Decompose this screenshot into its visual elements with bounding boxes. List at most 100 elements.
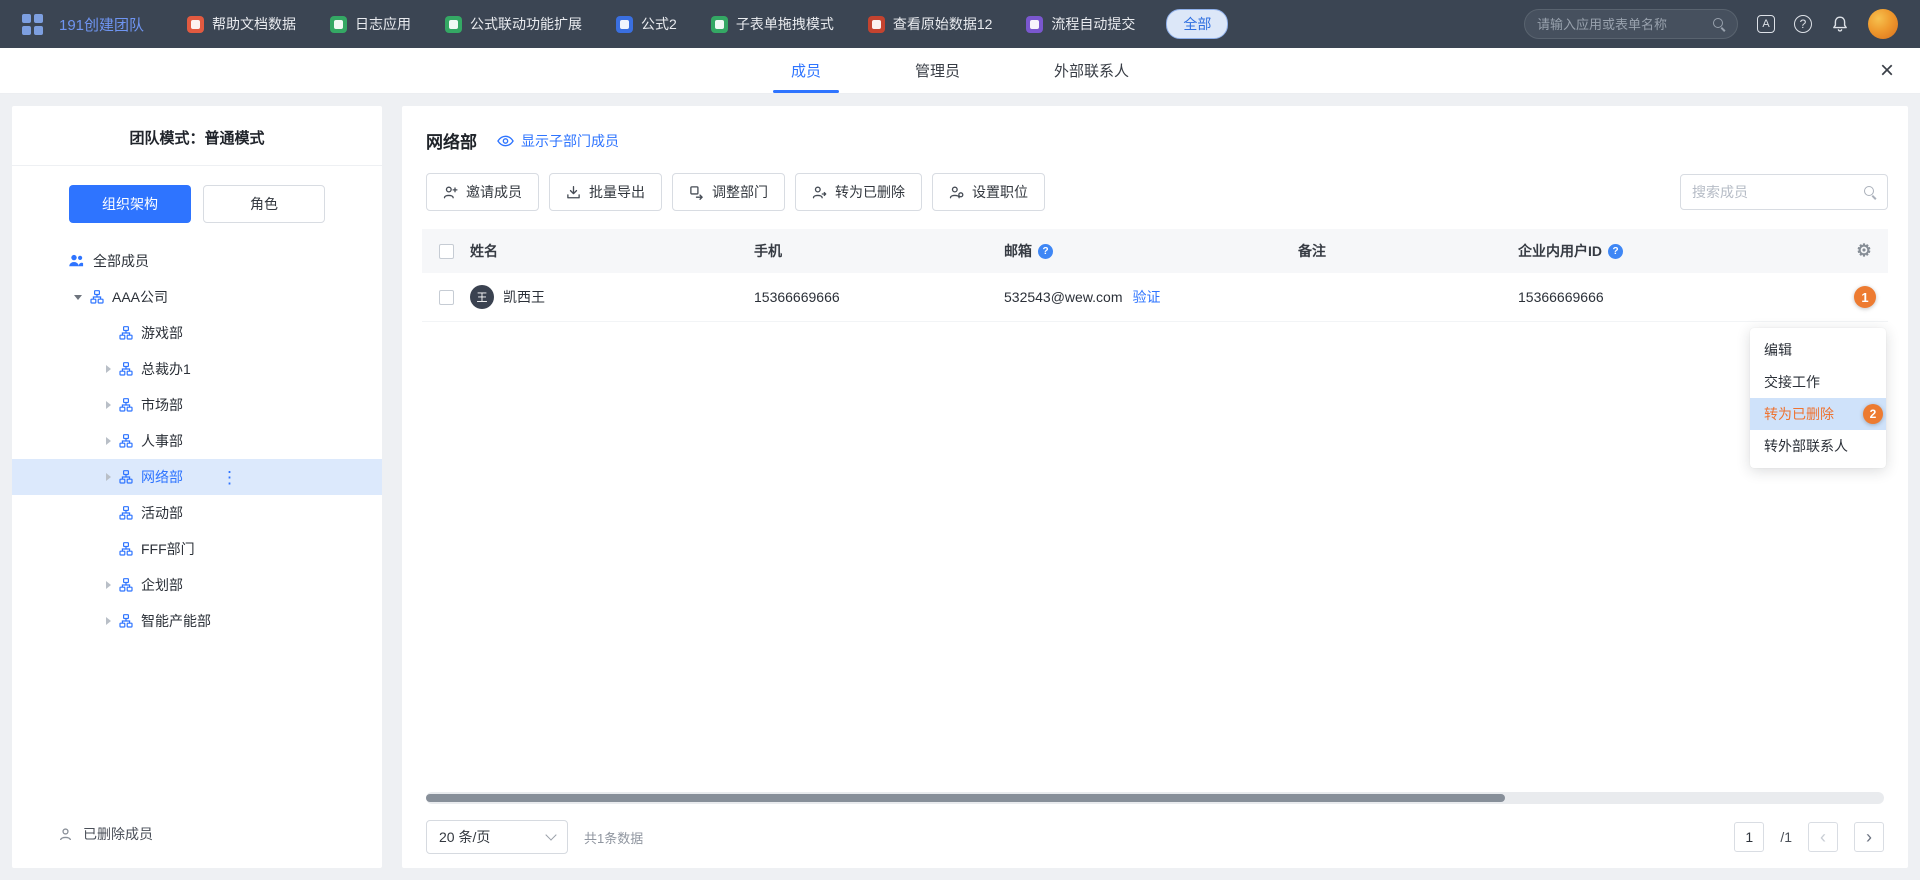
scrollbar-thumb[interactable] <box>426 794 1505 802</box>
annotation-marker-1[interactable]: 1 <box>1854 286 1876 308</box>
eye-icon <box>497 135 514 147</box>
team-name[interactable]: 191创建团队 <box>59 14 144 35</box>
app-tab[interactable]: 查看原始数据12 <box>851 0 1010 48</box>
tree-item-dept[interactable]: 活动部 <box>12 495 382 531</box>
tree-item-label: 企划部 <box>141 575 183 595</box>
menu-item-handover[interactable]: 交接工作 <box>1750 366 1886 398</box>
app-icon <box>445 16 462 33</box>
caret-right-icon[interactable] <box>106 401 111 409</box>
app-tab[interactable]: 日志应用 <box>313 0 428 48</box>
page-size-select[interactable]: 20 条/页 <box>426 820 568 854</box>
help-icon[interactable]: ? <box>1608 244 1623 259</box>
app-icon <box>1026 16 1043 33</box>
batch-export-button[interactable]: 批量导出 <box>549 173 662 211</box>
tree-item-dept[interactable]: 人事部 <box>12 423 382 459</box>
org-structure-button[interactable]: 组织架构 <box>69 185 191 223</box>
tree-item-company[interactable]: AAA公司 <box>12 279 382 315</box>
show-subdept-label: 显示子部门成员 <box>521 131 619 151</box>
verify-link[interactable]: 验证 <box>1133 287 1161 307</box>
more-actions-icon[interactable]: ⋮ <box>221 469 238 486</box>
department-icon <box>119 326 133 340</box>
tree-item-all-members[interactable]: 全部成员 <box>12 243 382 279</box>
member-search[interactable] <box>1680 174 1888 210</box>
tree-item-label: 全部成员 <box>93 251 149 271</box>
sidebar-segment-buttons: 组织架构 角色 <box>12 185 382 223</box>
app-icon <box>868 16 885 33</box>
table-settings-gear-icon[interactable]: ⚙ <box>1856 241 1871 261</box>
tree-item-dept[interactable]: 总裁办1 <box>12 351 382 387</box>
set-position-button[interactable]: 设置职位 <box>932 173 1045 211</box>
annotation-marker-2[interactable]: 2 <box>1863 404 1883 424</box>
caret-right-icon[interactable] <box>106 365 111 373</box>
deleted-members-link[interactable]: 已删除成员 <box>12 824 382 868</box>
app-tab[interactable]: 帮助文档数据 <box>170 0 313 48</box>
caret-right-icon[interactable] <box>106 473 111 481</box>
workspace-icon[interactable]: A <box>1757 15 1775 33</box>
global-search-input[interactable] <box>1537 17 1713 32</box>
global-search[interactable] <box>1524 9 1738 39</box>
bell-icon[interactable] <box>1831 15 1849 33</box>
app-tab[interactable]: 公式联动功能扩展 <box>428 0 599 48</box>
app-tab[interactable]: 公式2 <box>599 0 694 48</box>
team-mode-label: 团队模式：普通模式 <box>12 106 382 165</box>
help-icon[interactable]: ? <box>1794 15 1812 33</box>
move-department-icon <box>689 185 704 200</box>
org-sidebar: 团队模式：普通模式 组织架构 角色 全部成员 <box>12 106 382 868</box>
invite-person-icon <box>443 185 458 200</box>
current-page-box[interactable]: 1 <box>1734 822 1764 852</box>
menu-item-to-external-contact[interactable]: 转外部联系人 <box>1750 430 1886 462</box>
tree-item-dept[interactable]: 市场部 <box>12 387 382 423</box>
next-page-button[interactable]: › <box>1854 822 1884 852</box>
horizontal-scrollbar[interactable] <box>426 792 1884 804</box>
department-icon <box>119 362 133 376</box>
move-to-deleted-button[interactable]: 转为已删除 <box>795 173 922 211</box>
select-all-checkbox[interactable] <box>439 244 454 259</box>
tree-item-label: 人事部 <box>141 431 183 451</box>
app-tab-label: 日志应用 <box>355 14 411 34</box>
menu-item-move-to-deleted[interactable]: 转为已删除 2 <box>1750 398 1886 430</box>
members-icon <box>68 253 84 269</box>
download-icon <box>566 185 581 200</box>
department-icon <box>119 434 133 448</box>
tree-item-dept-selected[interactable]: 网络部 ⋮ <box>12 459 382 495</box>
prev-page-button[interactable]: ‹ <box>1808 822 1838 852</box>
tree-item-dept[interactable]: FFF部门 <box>12 531 382 567</box>
col-name: 姓名 <box>470 241 754 261</box>
filter-all-pill[interactable]: 全部 <box>1166 9 1228 39</box>
close-icon[interactable]: × <box>1880 59 1894 83</box>
caret-down-icon[interactable] <box>74 295 82 300</box>
person-arrow-icon <box>812 185 827 200</box>
show-subdept-link[interactable]: 显示子部门成员 <box>497 131 619 151</box>
invite-member-button[interactable]: 邀请成员 <box>426 173 539 211</box>
roles-button[interactable]: 角色 <box>203 185 325 223</box>
pagination-bar: 20 条/页 共1条数据 1 /1 ‹ › <box>422 812 1888 868</box>
tree-item-label: FFF部门 <box>141 539 195 559</box>
member-name-cell: 王 凯西王 <box>470 285 754 309</box>
tree-item-dept[interactable]: 企划部 <box>12 567 382 603</box>
row-context-menu: 编辑 交接工作 转为已删除 2 转外部联系人 <box>1750 328 1886 468</box>
tree-item-dept[interactable]: 智能产能部 <box>12 603 382 639</box>
adjust-department-button[interactable]: 调整部门 <box>672 173 785 211</box>
member-phone: 15366669666 <box>754 289 1004 305</box>
apps-grid-icon[interactable] <box>22 14 43 35</box>
topbar-left: 191创建团队 帮助文档数据 日志应用 公式联动功能扩展 公式2 子表单拖拽模式… <box>22 0 1228 48</box>
app-tab[interactable]: 流程自动提交 <box>1009 0 1152 48</box>
menu-item-edit[interactable]: 编辑 <box>1750 334 1886 366</box>
user-avatar[interactable] <box>1868 9 1898 39</box>
row-checkbox[interactable] <box>439 290 454 305</box>
caret-right-icon[interactable] <box>106 617 111 625</box>
tab-members[interactable]: 成员 <box>789 48 823 93</box>
help-icon[interactable]: ? <box>1038 244 1053 259</box>
app-tab[interactable]: 子表单拖拽模式 <box>694 0 851 48</box>
app-tab-label: 公式联动功能扩展 <box>470 14 582 34</box>
department-icon <box>90 290 104 304</box>
app-tab-label: 流程自动提交 <box>1051 14 1135 34</box>
caret-right-icon[interactable] <box>106 581 111 589</box>
caret-right-icon[interactable] <box>106 437 111 445</box>
tab-admins[interactable]: 管理员 <box>913 48 962 93</box>
table-row[interactable]: 王 凯西王 15366669666 532543@wew.com 验证 1536… <box>422 273 1888 322</box>
member-name: 凯西王 <box>503 287 545 307</box>
tab-external-contacts[interactable]: 外部联系人 <box>1052 48 1131 93</box>
member-search-input[interactable] <box>1692 184 1864 200</box>
tree-item-dept[interactable]: 游戏部 <box>12 315 382 351</box>
